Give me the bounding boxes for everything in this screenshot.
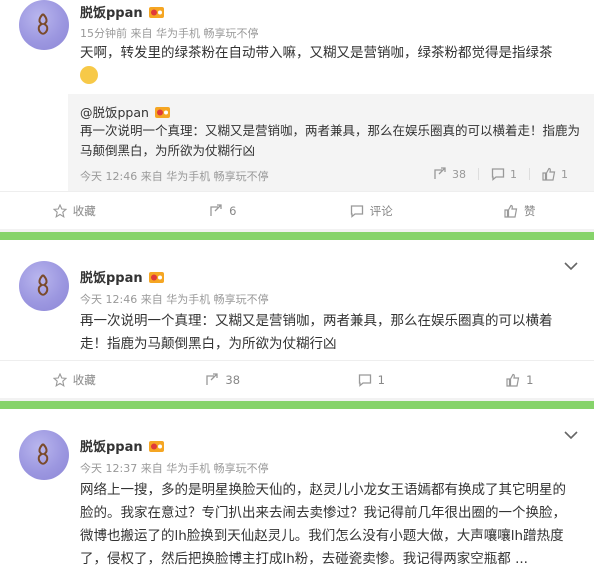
retweet-box[interactable]: @脱饭ppan 再一次说明一个真理：又糊又是营销咖，两者兼具，那么在娱乐圈真的可… [68, 94, 594, 192]
card-separator [0, 232, 594, 240]
like-icon [506, 373, 520, 387]
repost-button[interactable]: 6 [149, 192, 298, 230]
post-content: 天啊，转发里的绿茶粉在自动带入嘛，又糊又是营销咖，绿茶粉都觉得是指绿茶 [80, 42, 575, 88]
comment-icon [350, 205, 363, 218]
vip-badge-icon [154, 107, 170, 118]
post-meta: 今天 12:46 来自 华为手机 畅享玩不停 [80, 293, 269, 306]
post-meta: 今天 12:37 来自 华为手机 畅享玩不停 [80, 462, 269, 475]
comment-button[interactable]: 评论 [297, 192, 446, 230]
comment-icon [491, 168, 505, 181]
star-icon [52, 373, 67, 387]
chevron-down-icon[interactable] [564, 430, 578, 440]
avatar-figure-icon [37, 443, 49, 465]
retweet-like-button[interactable]: 1 [530, 167, 580, 181]
post-content: 网络上一搜，多的是明星换脸天仙的，赵灵儿小龙女王语嫣都有换成了其它明星的脸的。我… [80, 482, 566, 567]
avatar-figure-icon [37, 13, 49, 35]
post-card: 脱饭ppan 15分钟前 来自 华为手机 畅享玩不停 天啊，转发里的绿茶粉在自动… [0, 0, 594, 229]
collect-button[interactable]: 收藏 [0, 361, 149, 399]
chevron-down-icon[interactable] [564, 261, 578, 271]
repost-icon [434, 167, 446, 179]
vip-badge-icon [148, 7, 164, 18]
user-name[interactable]: 脱饭ppan [80, 2, 164, 21]
avatar[interactable] [19, 0, 69, 50]
vip-badge-icon [148, 272, 164, 283]
repost-icon [210, 204, 222, 216]
avatar[interactable] [19, 430, 69, 480]
star-icon [52, 204, 67, 218]
user-name[interactable]: 脱饭ppan [80, 436, 164, 455]
post-card: 脱饭ppan 今天 12:37 来自 华为手机 畅享玩不停 网络上一搜，多的是明… [0, 409, 594, 577]
comment-button[interactable]: 1 [297, 361, 446, 399]
repost-icon [206, 373, 219, 385]
post-content: 再一次说明一个真理：又糊又是营销咖，两者兼具，那么在娱乐圈真的可以横着走！指鹿为… [80, 313, 553, 352]
like-button[interactable]: 1 [446, 361, 594, 399]
emoji-icon [80, 66, 98, 84]
like-icon [542, 167, 556, 181]
avatar-figure-icon [37, 274, 49, 296]
like-button[interactable]: 赞 [446, 192, 594, 230]
vip-badge-icon [148, 441, 164, 452]
like-icon [504, 204, 518, 218]
avatar[interactable] [19, 261, 69, 311]
post-actions: 收藏 6 评论 赞 [0, 191, 594, 230]
retweet-text: 再一次说明一个真理：又糊又是营销咖，两者兼具，那么在娱乐圈真的可以横着走！指鹿为… [80, 123, 581, 158]
retweet-user[interactable]: @脱饭ppan [80, 102, 170, 121]
collect-button[interactable]: 收藏 [0, 192, 149, 230]
retweet-actions: 38 1 1 [421, 167, 580, 181]
retweet-repost-button[interactable]: 38 [421, 167, 478, 181]
retweet-meta: 今天 12:46 来自 华为手机 畅享玩不停 [80, 170, 269, 183]
post-meta: 15分钟前 来自 华为手机 畅享玩不停 [80, 27, 259, 40]
card-separator [0, 401, 594, 409]
user-name[interactable]: 脱饭ppan [80, 267, 164, 286]
retweet-comment-button[interactable]: 1 [479, 167, 529, 181]
comment-icon [358, 374, 371, 387]
post-card: 脱饭ppan 今天 12:46 来自 华为手机 畅享玩不停 再一次说明一个真理：… [0, 240, 594, 398]
repost-button[interactable]: 38 [149, 361, 298, 399]
post-actions: 收藏 38 1 1 [0, 360, 594, 399]
